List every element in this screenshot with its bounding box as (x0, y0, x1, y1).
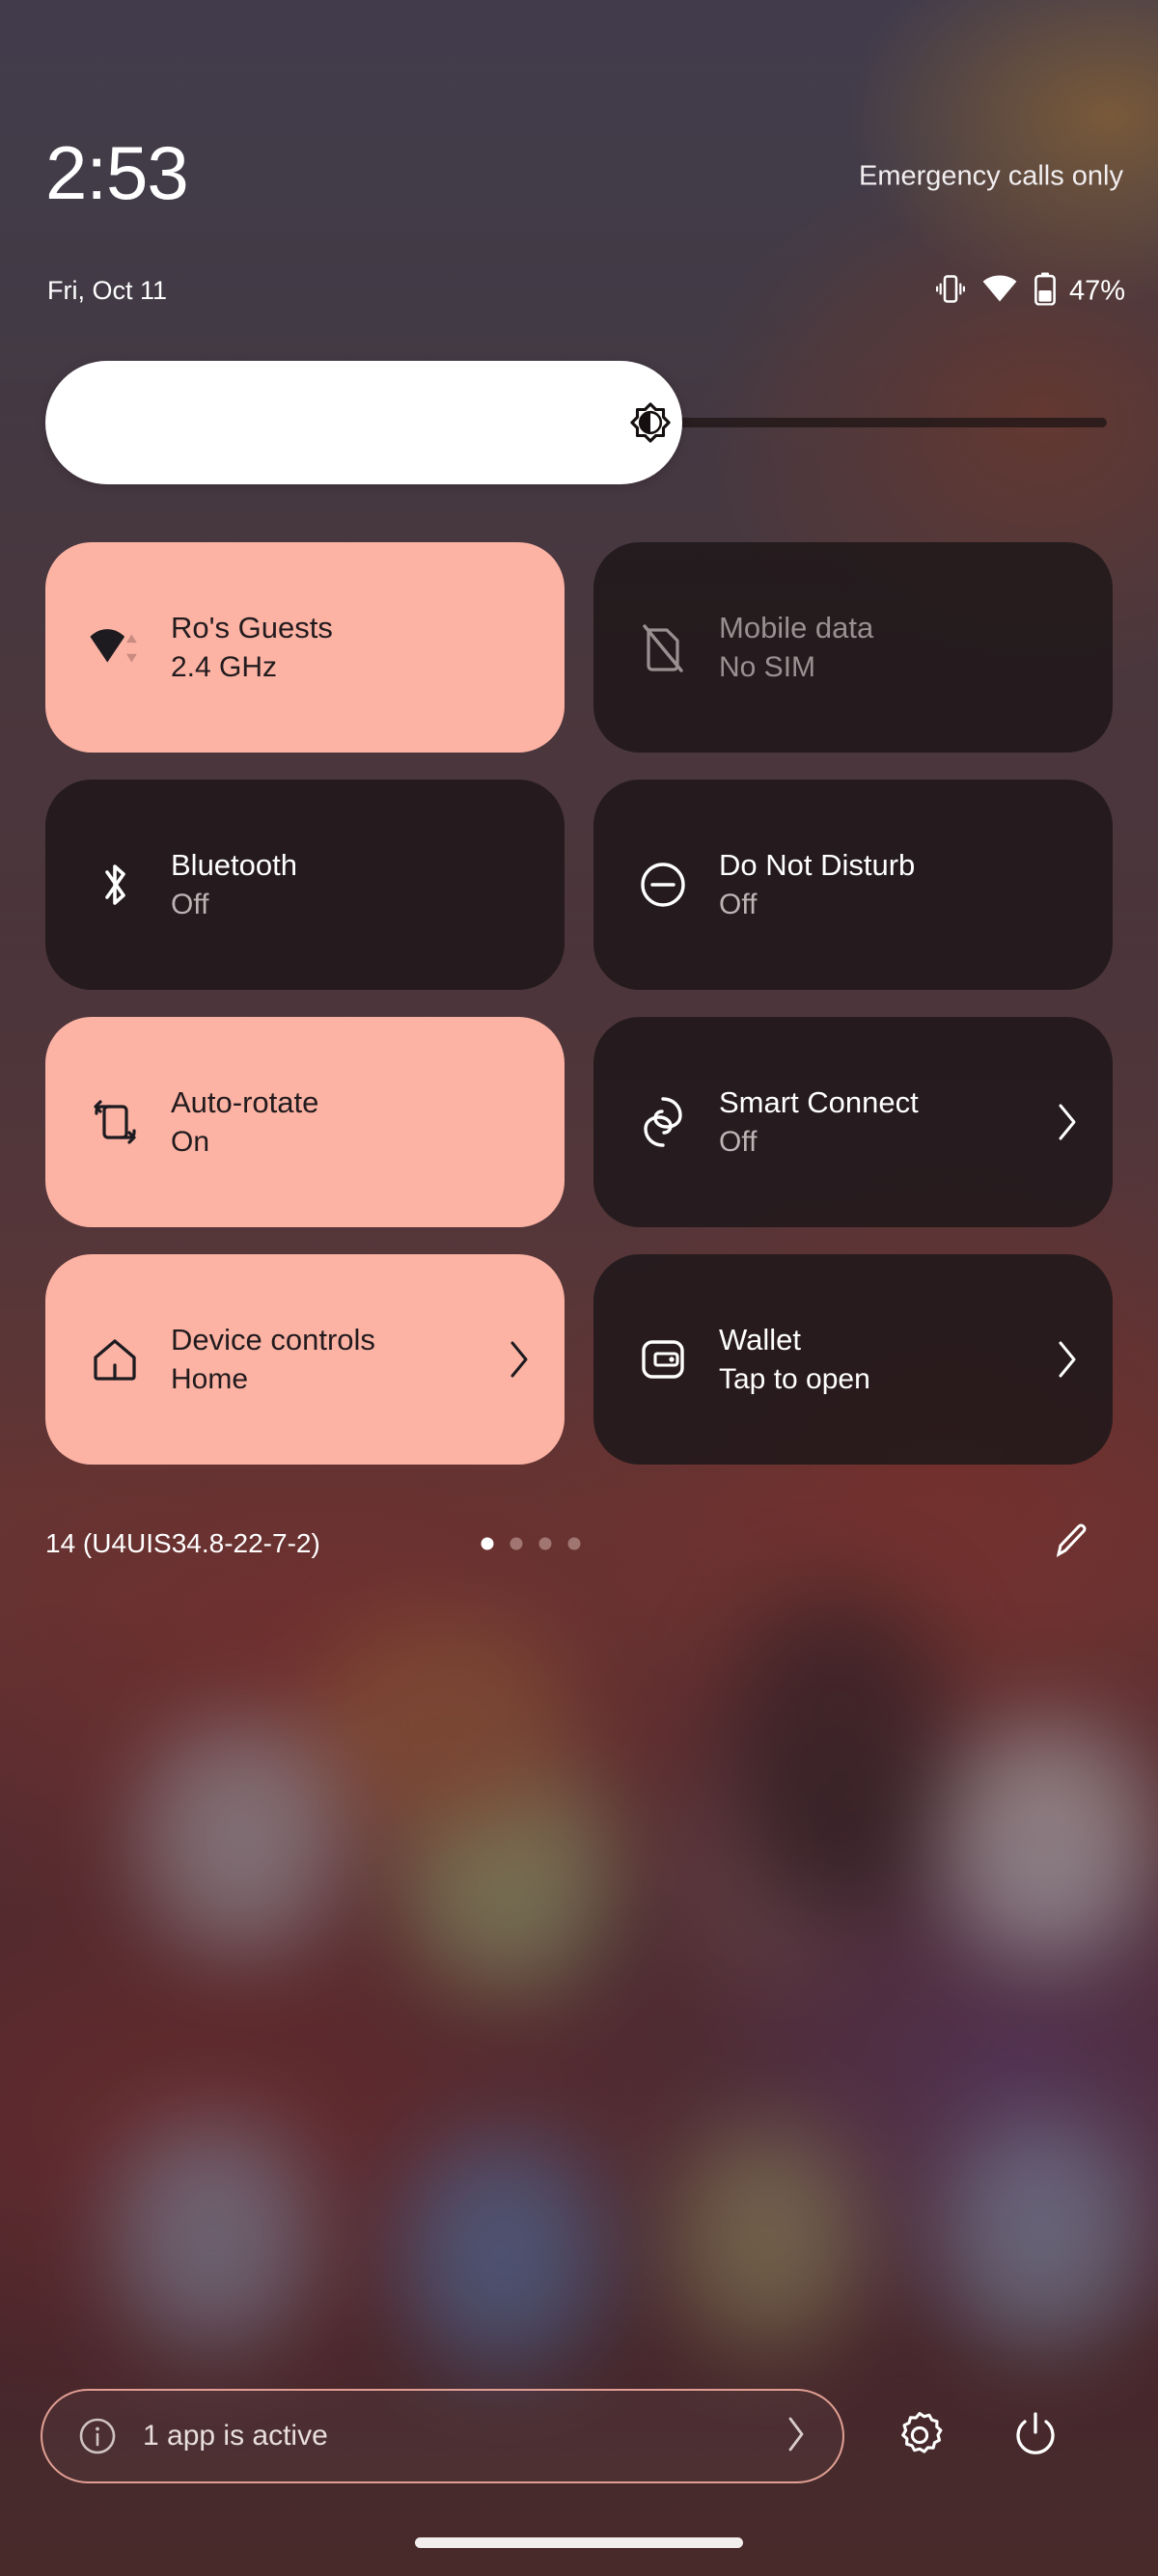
active-apps-pill[interactable]: 1 app is active (41, 2389, 844, 2483)
tile-device-controls[interactable]: Device controls Home (45, 1254, 565, 1465)
power-button[interactable] (1003, 2403, 1068, 2469)
tile-do-not-disturb[interactable]: Do Not Disturb Off (593, 780, 1113, 990)
build-version-label: 14 (U4UIS34.8-22-7-2) (45, 1528, 320, 1558)
chevron-right-icon[interactable] (785, 2415, 808, 2458)
battery-percent-label: 47% (1068, 275, 1125, 307)
edit-tiles-button[interactable] (1048, 1521, 1094, 1567)
tile-title: Wallet (719, 1323, 801, 1357)
tile-mobile-data[interactable]: Mobile data No SIM (593, 542, 1113, 753)
navigation-bar (0, 2508, 1158, 2576)
wifi-icon (982, 275, 1017, 308)
smart-connect-icon (636, 1095, 690, 1149)
tile-smart-connect[interactable]: Smart Connect Off (593, 1017, 1113, 1227)
tile-title: Device controls (171, 1323, 375, 1357)
tile-title: Mobile data (719, 611, 874, 644)
tile-bluetooth[interactable]: Bluetooth Off (45, 780, 565, 990)
wifi-icon (88, 620, 142, 674)
quick-settings-footer: 14 (U4UIS34.8-22-7-2) (0, 1505, 1158, 1582)
brightness-fill[interactable] (45, 361, 682, 484)
clock[interactable]: 2:53 (45, 135, 189, 210)
battery-icon (1034, 272, 1056, 311)
brightness-auto-icon (628, 400, 673, 445)
active-apps-label: 1 app is active (143, 2420, 328, 2452)
vibrate-icon (935, 273, 965, 311)
gear-icon (893, 2407, 947, 2466)
page-indicator[interactable] (481, 1537, 581, 1550)
home-gesture-indicator[interactable] (415, 2537, 743, 2548)
bluetooth-icon (88, 858, 142, 912)
home-icon (88, 1332, 142, 1386)
page-dot-2[interactable] (510, 1537, 523, 1550)
chevron-right-icon[interactable] (507, 1339, 532, 1380)
status-icons: 47% (935, 272, 1125, 311)
tile-subtitle: On (171, 1126, 210, 1158)
power-icon (1009, 2408, 1062, 2465)
info-icon (77, 2416, 118, 2456)
tile-wifi[interactable]: Ro's Guests 2.4 GHz (45, 542, 565, 753)
tile-title: Ro's Guests (171, 611, 333, 644)
quick-settings-panel: 2:53 Fri, Oct 11 Emergency calls only 47… (0, 0, 1158, 2576)
tile-subtitle: Off (719, 1126, 758, 1158)
page-dot-1[interactable] (481, 1537, 494, 1550)
tile-title: Smart Connect (719, 1085, 919, 1119)
tile-subtitle: Off (171, 889, 209, 920)
date-label[interactable]: Fri, Oct 11 (47, 276, 167, 306)
tile-subtitle: No SIM (719, 651, 816, 683)
wallet-icon (636, 1332, 690, 1386)
tile-wallet[interactable]: Wallet Tap to open (593, 1254, 1113, 1465)
chevron-right-icon[interactable] (1055, 1339, 1080, 1380)
tile-subtitle: 2.4 GHz (171, 651, 278, 683)
tile-title: Do Not Disturb (719, 848, 916, 882)
page-dot-4[interactable] (567, 1537, 581, 1550)
sim-off-icon (636, 620, 690, 674)
tile-title: Auto-rotate (171, 1085, 319, 1119)
pencil-icon (1050, 1521, 1092, 1568)
chevron-right-icon[interactable] (1055, 1102, 1080, 1142)
tile-auto-rotate[interactable]: Auto-rotate On (45, 1017, 565, 1227)
tile-title: Bluetooth (171, 848, 297, 882)
tile-subtitle: Home (171, 1363, 249, 1395)
settings-button[interactable] (887, 2403, 952, 2469)
carrier-label: Emergency calls only (859, 160, 1123, 192)
do-not-disturb-icon (636, 858, 690, 912)
page-dot-3[interactable] (538, 1537, 552, 1550)
tile-subtitle: Off (719, 889, 758, 920)
auto-rotate-icon (88, 1095, 142, 1149)
quick-settings-tiles: Ro's Guests 2.4 GHz Mobile data No SIM B… (45, 542, 1113, 1465)
footer-bar: 1 app is active (0, 2383, 1158, 2489)
brightness-slider[interactable] (45, 361, 1107, 484)
tile-subtitle: Tap to open (719, 1363, 870, 1395)
status-header: 2:53 Fri, Oct 11 Emergency calls only 47… (0, 0, 1158, 328)
